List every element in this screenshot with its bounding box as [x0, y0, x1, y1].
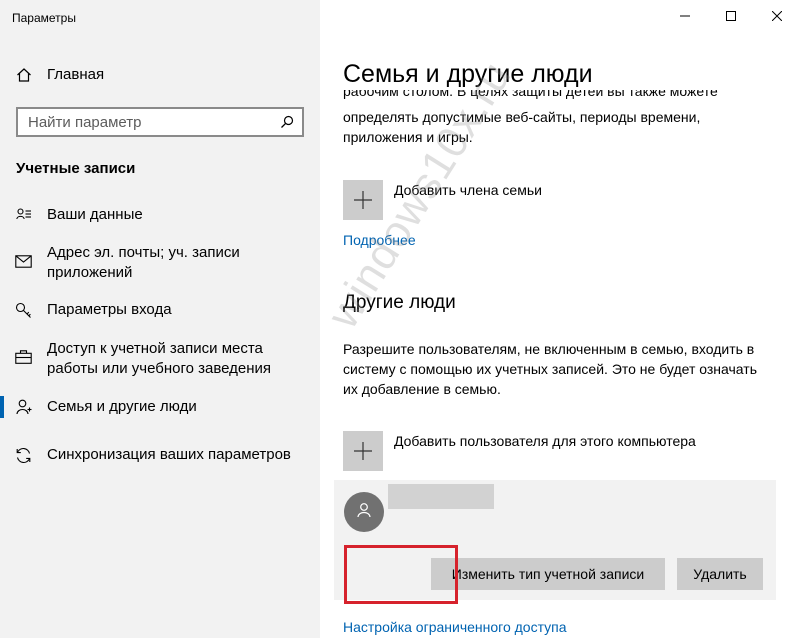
search-field[interactable] [16, 107, 304, 137]
person-card-icon [0, 205, 47, 223]
sidebar-item-sign-in-options[interactable]: Параметры входа [0, 300, 320, 320]
delete-button[interactable]: Удалить [677, 558, 763, 590]
other-people-paragraph: Разрешите пользователям, не включенным в… [343, 341, 757, 397]
sidebar-item-label: Доступ к учетной записи места работы или… [47, 340, 272, 377]
clipped-text-wrap: рабочим столом. В целях защиты детей вы … [343, 90, 773, 102]
add-user-button[interactable]: Добавить пользователя для этого компьюте… [343, 431, 696, 471]
sidebar-item-label: Синхронизация ваших параметров [47, 446, 291, 463]
minimize-button[interactable] [662, 0, 708, 34]
person-icon [0, 397, 47, 415]
sidebar-item-your-info[interactable]: Ваши данные [0, 205, 320, 225]
user-card[interactable]: Изменить тип учетной записи Удалить [334, 480, 776, 600]
sidebar-item-label: Главная [47, 66, 105, 83]
search-icon[interactable] [280, 115, 294, 134]
sidebar-item-label: Параметры входа [47, 301, 172, 318]
briefcase-icon [0, 339, 47, 364]
sync-icon [0, 445, 47, 464]
maximize-icon [726, 8, 736, 26]
sidebar-item-family[interactable]: Семья и другие люди [0, 397, 320, 417]
main-content: Семья и другие люди рабочим столом. В це… [320, 0, 795, 638]
sidebar-item-label: Семья и другие люди [47, 398, 197, 415]
close-button[interactable] [754, 0, 795, 34]
restricted-access-link[interactable]: Настройка ограниченного доступа [343, 619, 567, 635]
redacted-username [388, 484, 494, 509]
sidebar-item-label: Ваши данные [47, 206, 143, 223]
search-input[interactable] [18, 109, 268, 135]
family-paragraph: определять допустимые веб-сайты, периоды… [343, 109, 701, 145]
window-title: Параметры [12, 11, 76, 25]
mail-icon [0, 243, 47, 268]
avatar [344, 492, 384, 532]
close-icon [771, 8, 783, 26]
add-icon [343, 431, 383, 471]
home-icon [0, 65, 47, 83]
sidebar-item-email-accounts[interactable]: Адрес эл. почты; уч. записи приложений [0, 243, 320, 283]
user-icon [356, 502, 372, 523]
sidebar-item-sync[interactable]: Синхронизация ваших параметров [0, 445, 320, 465]
sidebar-item-work-access[interactable]: Доступ к учетной записи места работы или… [0, 339, 320, 379]
add-icon [343, 180, 383, 220]
maximize-button[interactable] [708, 0, 754, 34]
sidebar: Параметры Главная Учетные записи Ваши да… [0, 0, 320, 638]
change-account-type-button[interactable]: Изменить тип учетной записи [431, 558, 665, 590]
add-user-label: Добавить пользователя для этого компьюте… [394, 433, 696, 449]
key-icon [0, 300, 47, 319]
sidebar-item-home[interactable]: Главная [0, 65, 320, 85]
sidebar-item-label: Адрес эл. почты; уч. записи приложений [47, 244, 240, 281]
family-paragraph-cut: рабочим столом. В целях защиты детей вы … [343, 90, 718, 99]
minimize-icon [680, 8, 690, 26]
section-label: Учетные записи [16, 160, 136, 177]
